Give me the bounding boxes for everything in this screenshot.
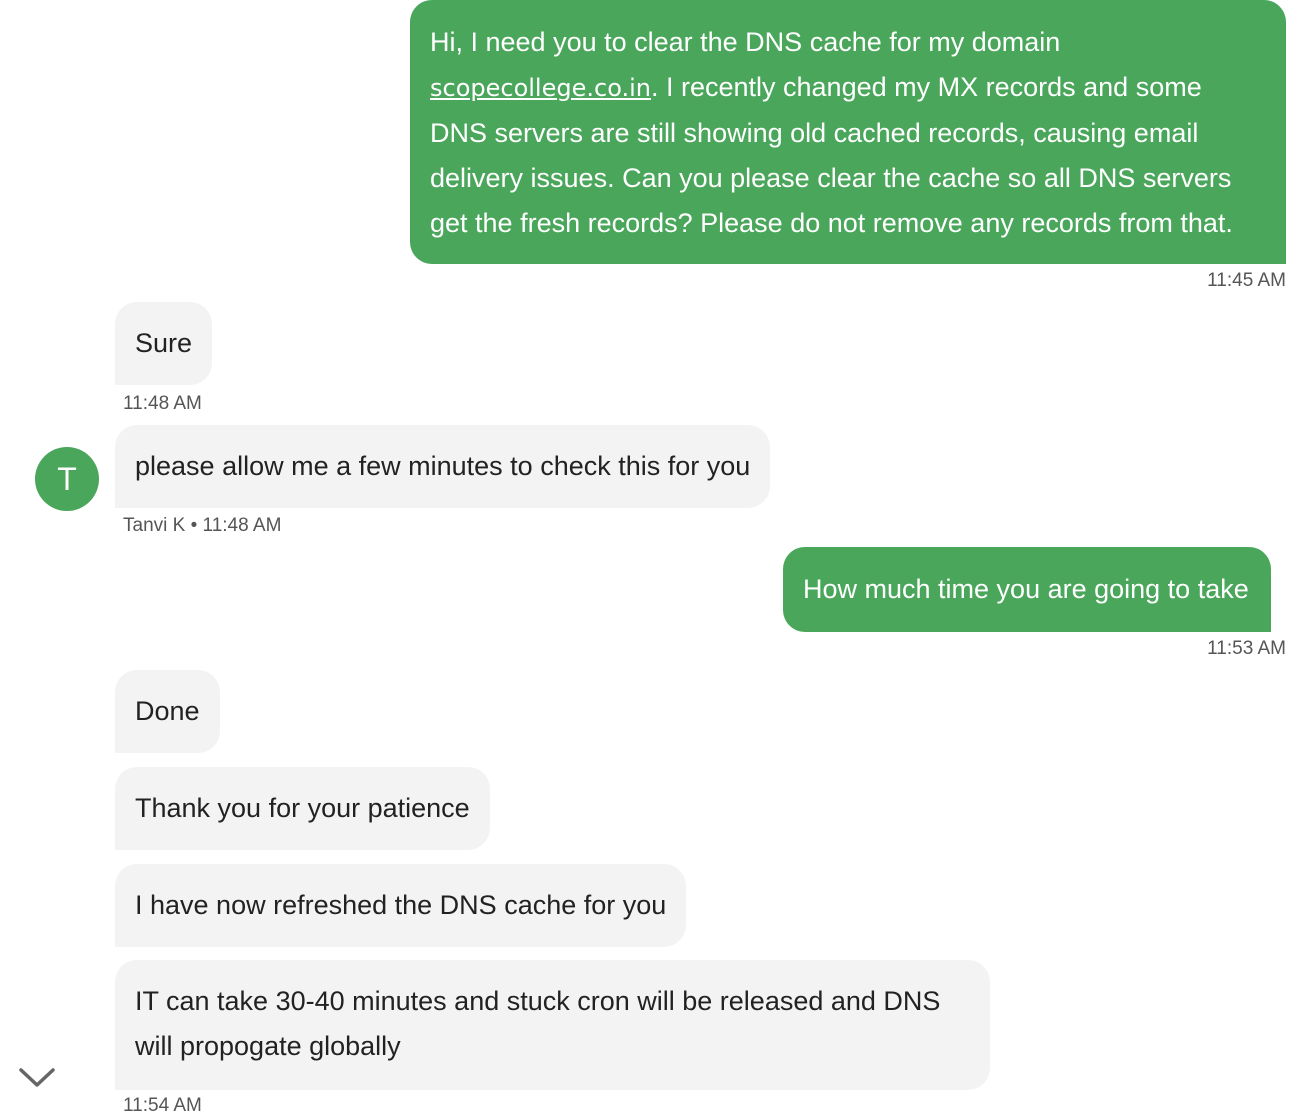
message-timestamp: 11:53 AM: [1207, 638, 1286, 659]
incoming-message-bubble: I have now refreshed the DNS cache for y…: [115, 864, 687, 947]
message-text: IT can take 30-40 minutes and stuck cron…: [135, 986, 941, 1061]
message-timestamp: 11:48 AM: [202, 515, 282, 536]
outgoing-message-bubble: How much time you are going to take: [783, 547, 1271, 632]
incoming-message-bubble: IT can take 30-40 minutes and stuck cron…: [115, 960, 990, 1090]
chevron-down-icon[interactable]: [18, 1066, 56, 1090]
chat-transcript: Hi, I need you to clear the DNS cache fo…: [0, 0, 1316, 1120]
message-text: Done: [135, 696, 200, 726]
incoming-message-bubble: Done: [115, 670, 220, 753]
message-text: I have now refreshed the DNS cache for y…: [135, 890, 667, 920]
message-text: Sure: [135, 328, 193, 358]
message-text: Hi, I need you to clear the DNS cache fo…: [430, 27, 1061, 57]
message-timestamp: 11:45 AM: [1207, 270, 1286, 291]
agent-avatar: T: [35, 447, 99, 511]
incoming-message-bubble: Sure: [115, 302, 213, 385]
message-text: How much time you are going to take: [803, 574, 1249, 604]
incoming-message-bubble: please allow me a few minutes to check t…: [115, 425, 771, 508]
incoming-message-bubble: Thank you for your patience: [115, 767, 490, 850]
sender-name: Tanvi K: [123, 515, 186, 536]
message-text: Thank you for your patience: [135, 793, 470, 823]
message-text: please allow me a few minutes to check t…: [135, 451, 751, 481]
message-timestamp: 11:54 AM: [123, 1095, 202, 1116]
outgoing-message-bubble: Hi, I need you to clear the DNS cache fo…: [410, 0, 1286, 264]
domain-link[interactable]: scopecollege.co.in: [430, 74, 651, 102]
message-meta: Tanvi K • 11:48 AM: [123, 514, 281, 538]
message-timestamp: 11:48 AM: [123, 393, 202, 414]
meta-separator: •: [190, 515, 198, 536]
